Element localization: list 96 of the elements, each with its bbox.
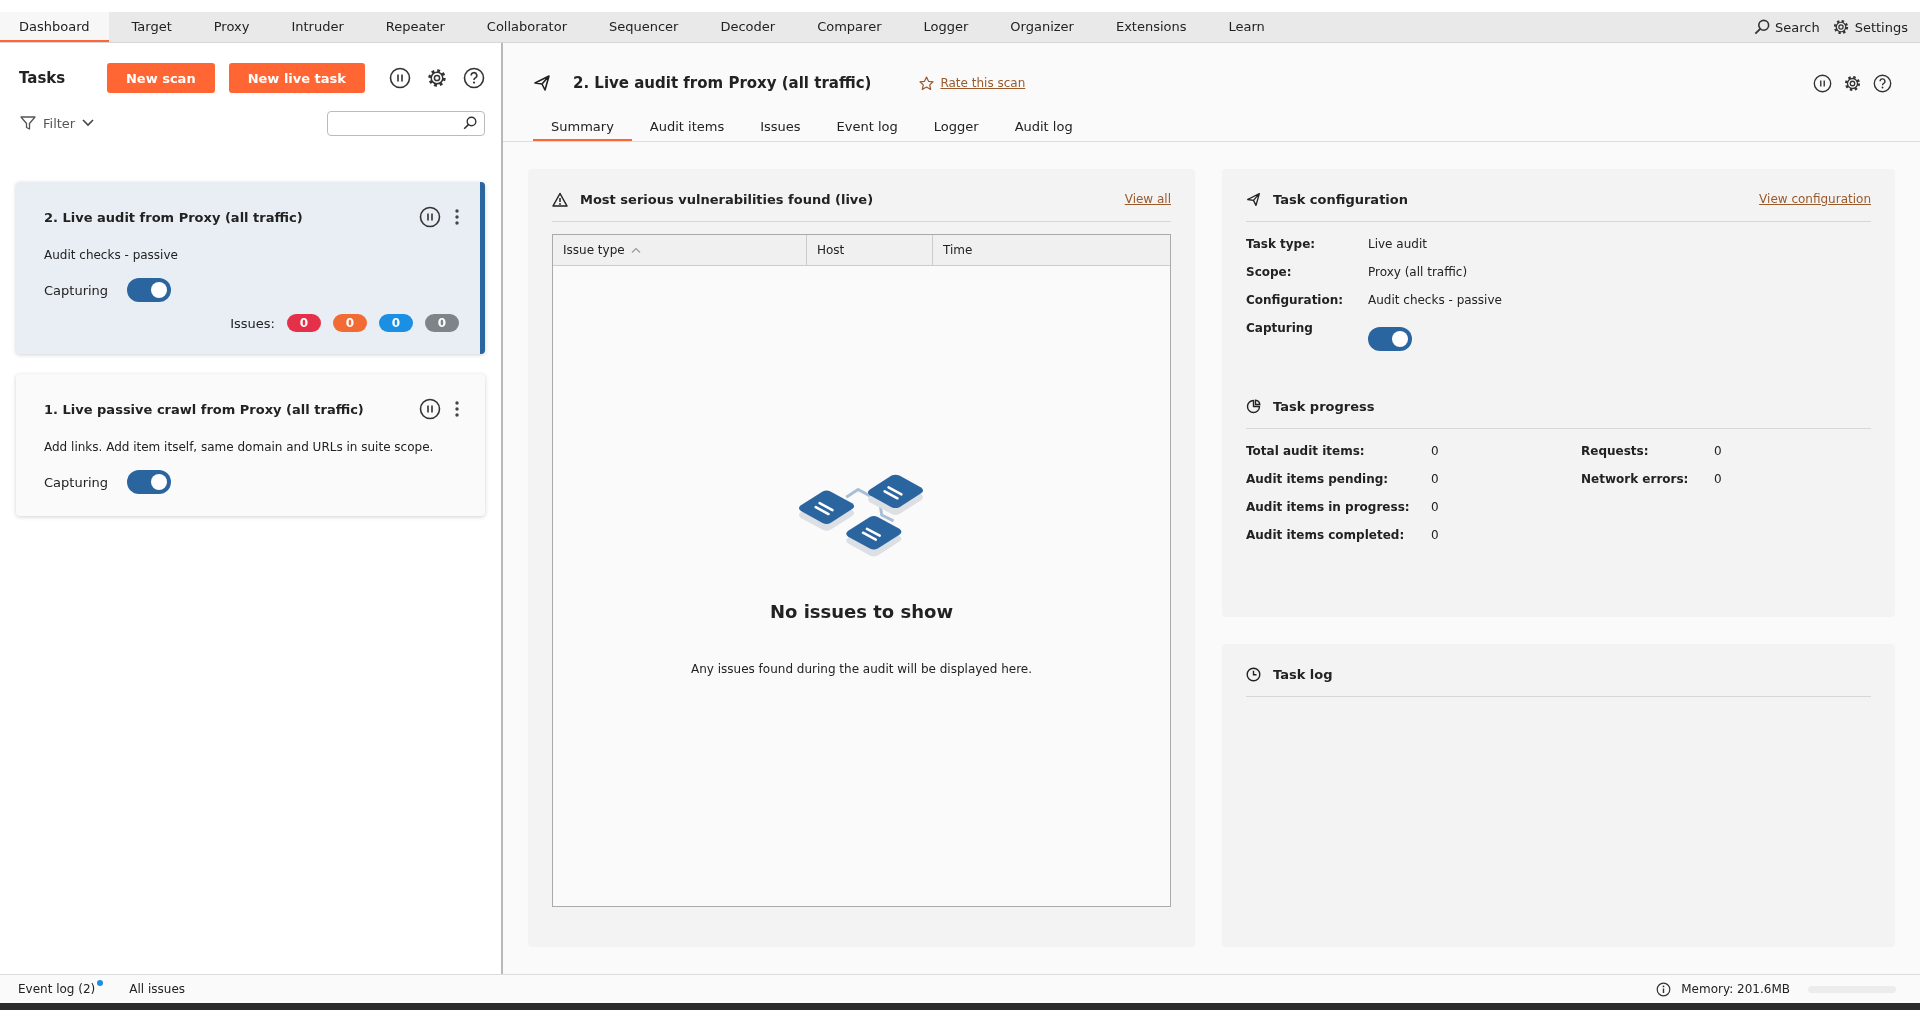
nav-tab[interactable]: Logger xyxy=(904,12,988,42)
toggle-switch[interactable] xyxy=(127,470,172,494)
field-label: Scope: xyxy=(1246,265,1293,279)
empty-state-title: No issues to show xyxy=(769,601,954,622)
column-header[interactable]: Issue type xyxy=(553,235,807,265)
panel-title: Tasks xyxy=(19,69,67,87)
more-options-icon[interactable] xyxy=(455,401,459,417)
stat-value: 0 xyxy=(1431,528,1440,542)
nav-tab[interactable]: Organizer xyxy=(991,12,1093,42)
event-log-tab[interactable]: Event log (2) xyxy=(18,982,104,996)
stat-label: Audit items completed: xyxy=(1246,528,1406,542)
nav-tab[interactable]: Sequencer xyxy=(590,12,698,42)
view-all-link[interactable]: View all xyxy=(1124,192,1171,206)
all-issues-tab[interactable]: All issues xyxy=(129,982,186,996)
scan-title: 2. Live audit from Proxy (all traffic) xyxy=(573,74,872,92)
capturing-label: Capturing xyxy=(44,282,109,298)
task-card[interactable]: 1. Live passive crawl from Proxy (all traffic) Add links. Add item itself, same domain and URLs in suite scope. Capturing xyxy=(16,374,485,516)
settings-icon[interactable] xyxy=(1831,18,1850,36)
field-label: Task type: xyxy=(1246,237,1317,251)
nav-tab[interactable]: Intruder xyxy=(272,12,363,42)
stat-value: 0 xyxy=(1431,472,1440,486)
more-options-icon[interactable] xyxy=(455,209,459,225)
clock-icon xyxy=(1246,666,1261,682)
warning-icon xyxy=(552,191,568,207)
search-field[interactable] xyxy=(327,110,485,136)
issue-count-badge: 0 xyxy=(333,314,367,332)
detail-tab[interactable]: Issues xyxy=(742,119,819,141)
empty-state-message: Any issues found during the audit will be displayed here. xyxy=(691,662,1032,676)
detail-tab[interactable]: Summary xyxy=(533,119,632,141)
stat-label: Requests: xyxy=(1581,444,1650,458)
nav-tab[interactable]: Repeater xyxy=(366,12,464,42)
toggle-switch[interactable] xyxy=(127,278,172,302)
nav-tab[interactable]: Decoder xyxy=(701,12,795,42)
stat-value: 0 xyxy=(1714,472,1723,486)
rate-scan-link[interactable]: Rate this scan xyxy=(940,76,1026,90)
help-icon[interactable] xyxy=(1873,73,1892,93)
pie-chart-icon xyxy=(1246,398,1261,414)
detail-tab[interactable]: Audit log xyxy=(996,119,1091,141)
settings-icon[interactable] xyxy=(426,67,448,89)
sort-ascending-icon xyxy=(630,247,641,253)
task-title: 2. Live audit from Proxy (all traffic) xyxy=(44,209,304,225)
card-title: Task configuration xyxy=(1273,191,1408,207)
field-value: Live audit xyxy=(1368,237,1428,251)
card-title: Task progress xyxy=(1273,398,1375,414)
help-icon[interactable] xyxy=(463,67,485,89)
issue-count-badge: 0 xyxy=(425,314,459,332)
search-link[interactable]: Search xyxy=(1775,19,1820,35)
column-header[interactable]: Time xyxy=(933,235,1170,265)
stat-value: 0 xyxy=(1431,500,1440,514)
nav-tab[interactable]: Collaborator xyxy=(467,12,586,42)
view-configuration-link[interactable]: View configuration xyxy=(1759,192,1871,206)
nav-tab[interactable]: Learn xyxy=(1209,12,1284,42)
stat-label: Network errors: xyxy=(1581,472,1690,486)
pause-icon[interactable] xyxy=(419,398,441,420)
task-description: Add links. Add item itself, same domain and URLs in suite scope. xyxy=(44,440,435,454)
detail-tab[interactable]: Audit items xyxy=(631,119,743,141)
task-card[interactable]: 2. Live audit from Proxy (all traffic) Audit checks - passive Capturing Issues: 0 0 0 0 xyxy=(16,182,485,354)
settings-icon[interactable] xyxy=(1843,73,1862,93)
nav-tab[interactable]: Proxy xyxy=(194,12,269,42)
chevron-down-icon xyxy=(82,119,95,127)
issue-count-badge: 0 xyxy=(287,314,321,332)
task-title: 1. Live passive crawl from Proxy (all traffic) xyxy=(44,401,365,417)
filter-dropdown[interactable]: Filter xyxy=(20,115,95,131)
field-label: Configuration: xyxy=(1246,293,1345,307)
detail-tab[interactable]: Logger xyxy=(915,119,997,141)
issues-label: Issues: xyxy=(230,315,275,331)
field-value: Proxy (all traffic) xyxy=(1368,265,1469,279)
star-icon[interactable] xyxy=(919,75,935,91)
card-title: Task log xyxy=(1273,666,1333,682)
nav-tab[interactable]: Comparer xyxy=(798,12,901,42)
nav-tab[interactable]: Dashboard xyxy=(0,12,109,42)
stat-label: Total audit items: xyxy=(1246,444,1366,458)
column-header[interactable]: Host xyxy=(807,235,933,265)
detail-tab[interactable]: Event log xyxy=(818,119,916,141)
stat-label: Audit items in progress: xyxy=(1246,500,1411,514)
info-icon xyxy=(1656,981,1672,997)
pause-icon[interactable] xyxy=(1813,73,1832,93)
stat-value: 0 xyxy=(1714,444,1723,458)
nav-tab[interactable]: Extensions xyxy=(1096,12,1206,42)
pause-icon[interactable] xyxy=(389,67,411,89)
task-description: Audit checks - passive xyxy=(44,248,179,262)
search-icon[interactable] xyxy=(1754,19,1770,35)
toggle-switch[interactable] xyxy=(1368,327,1412,351)
field-value: Audit checks - passive xyxy=(1368,293,1503,307)
nav-tab[interactable]: Target xyxy=(112,12,191,42)
settings-link[interactable]: Settings xyxy=(1854,19,1908,35)
field-label: Capturing xyxy=(1246,321,1314,335)
capturing-label: Capturing xyxy=(44,474,109,490)
filter-icon xyxy=(20,115,36,131)
search-icon[interactable] xyxy=(463,115,477,130)
issue-count-badge: 0 xyxy=(379,314,413,332)
memory-usage: Memory: 201.6MB xyxy=(1681,982,1790,996)
stat-value: 0 xyxy=(1431,444,1440,458)
pause-icon[interactable] xyxy=(419,206,441,228)
card-title: Most serious vulnerabilities found (live) xyxy=(580,191,874,207)
stat-label: Audit items pending: xyxy=(1246,472,1390,486)
